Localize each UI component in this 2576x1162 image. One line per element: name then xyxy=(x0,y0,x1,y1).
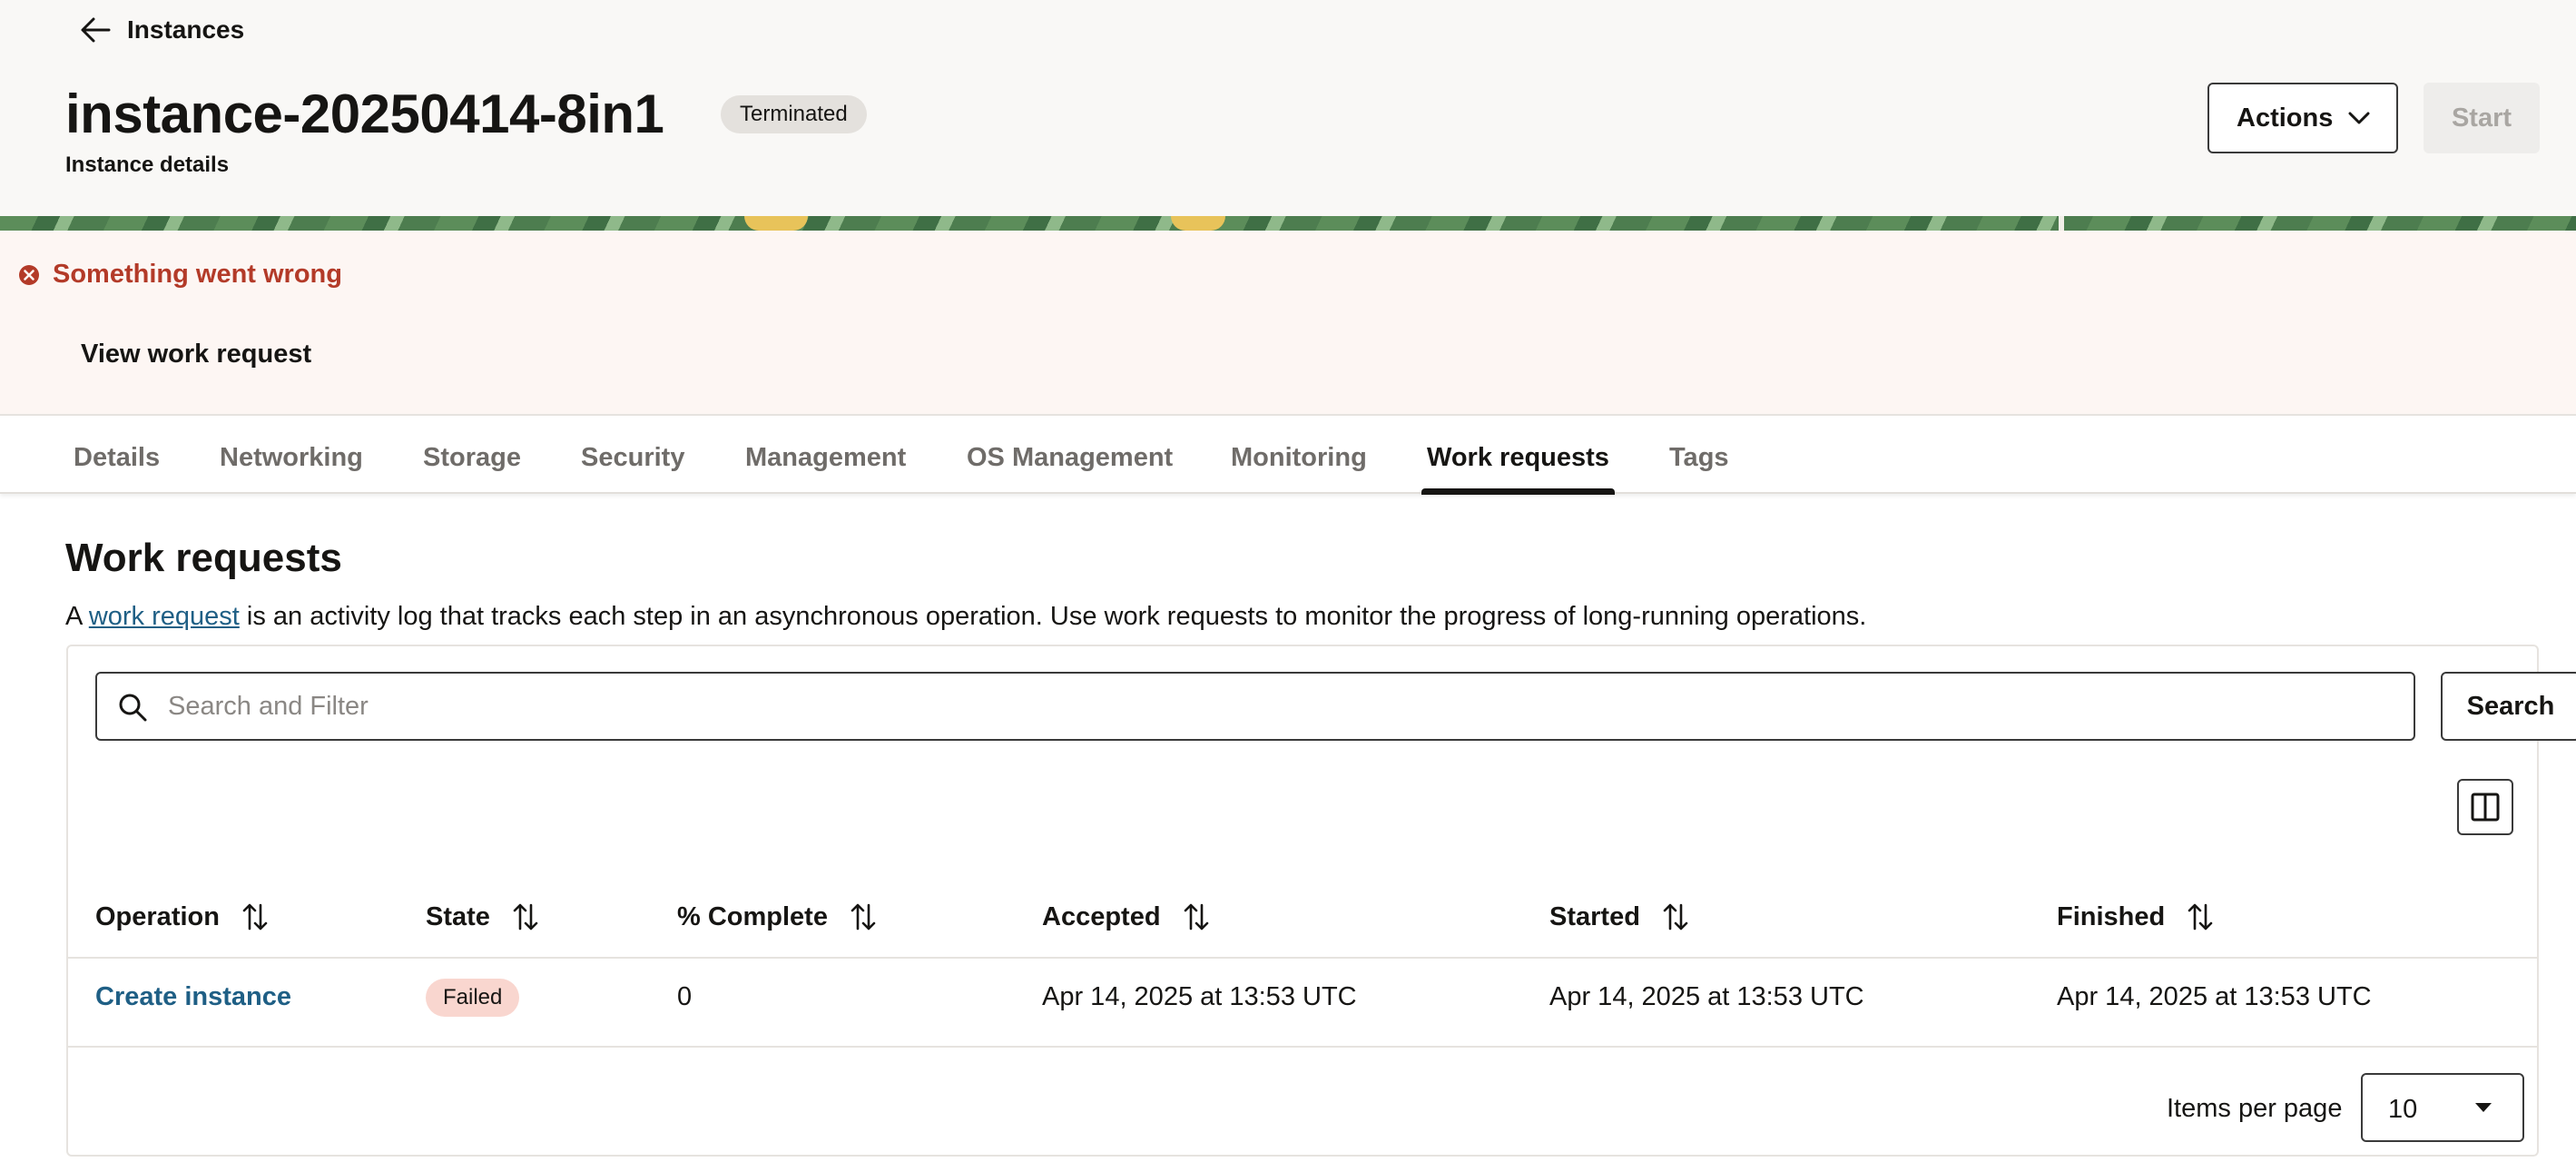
chevron-down-icon xyxy=(2348,112,2370,124)
search-box xyxy=(95,672,2415,741)
column-header-operation: Operation xyxy=(95,899,269,935)
tab-security[interactable]: Security xyxy=(581,416,684,494)
sort-icon[interactable] xyxy=(2187,902,2214,931)
search-icon xyxy=(119,694,147,722)
tab-tags[interactable]: Tags xyxy=(1669,416,1729,494)
sort-icon[interactable] xyxy=(850,902,877,931)
error-banner: Something went wrong View work request xyxy=(0,231,2576,416)
tab-management[interactable]: Management xyxy=(745,416,906,494)
view-work-request-link[interactable]: View work request xyxy=(81,340,311,369)
sort-icon[interactable] xyxy=(241,902,269,931)
tab-os-management[interactable]: OS Management xyxy=(967,416,1173,494)
operation-link[interactable]: Create instance xyxy=(95,979,291,1015)
finished-cell: Apr 14, 2025 at 13:53 UTC xyxy=(2057,982,2372,1011)
state-badge: Failed xyxy=(426,979,520,1017)
desc-prefix: A xyxy=(65,602,89,631)
column-label: % Complete xyxy=(677,901,828,931)
work-requests-panel: Search Operation State % Complete Accept… xyxy=(66,645,2576,1157)
actions-menu-button[interactable]: Actions xyxy=(2207,83,2398,153)
table-header-divider xyxy=(68,957,2537,959)
column-settings-button[interactable] xyxy=(2457,779,2513,835)
column-header-state: State xyxy=(426,899,539,935)
column-header-percent-complete: % Complete xyxy=(677,899,877,935)
column-label: State xyxy=(426,901,490,931)
sort-icon[interactable] xyxy=(1662,902,1689,931)
items-per-page-value: 10 xyxy=(2388,1095,2418,1124)
column-header-accepted: Accepted xyxy=(1042,899,1210,935)
back-link-label: Instances xyxy=(127,15,245,44)
actions-label: Actions xyxy=(2237,103,2334,133)
column-label: Finished xyxy=(2057,901,2166,931)
tab-details[interactable]: Details xyxy=(74,416,160,494)
page-title: instance-20250414-8in1 xyxy=(65,84,664,144)
tab-bar: Details Networking Storage Security Mana… xyxy=(0,416,2576,495)
tab-networking[interactable]: Networking xyxy=(220,416,363,494)
start-button[interactable]: Start xyxy=(2424,83,2540,153)
table-row-divider xyxy=(68,1046,2537,1048)
section-title: Work requests xyxy=(65,536,342,580)
search-button[interactable]: Search xyxy=(2441,672,2576,741)
page-header: Instances instance-20250414-8in1 Termina… xyxy=(0,0,2576,216)
back-to-instances-link[interactable]: Instances xyxy=(80,13,244,47)
column-label: Started xyxy=(1549,901,1640,931)
status-badge: Terminated xyxy=(721,95,867,133)
tab-monitoring[interactable]: Monitoring xyxy=(1231,416,1367,494)
desc-suffix: is an activity log that tracks each step… xyxy=(239,602,1867,631)
work-request-doc-link[interactable]: work request xyxy=(89,602,240,631)
column-label: Accepted xyxy=(1042,901,1161,931)
tab-storage[interactable]: Storage xyxy=(423,416,521,494)
items-per-page-select[interactable]: 10 xyxy=(2361,1073,2524,1142)
error-heading: Something went wrong xyxy=(18,260,342,290)
section-description: A work request is an activity log that t… xyxy=(65,600,1866,633)
started-cell: Apr 14, 2025 at 13:53 UTC xyxy=(1549,982,1864,1011)
accepted-cell: Apr 14, 2025 at 13:53 UTC xyxy=(1042,982,1357,1011)
caret-down-icon xyxy=(2475,1103,2492,1112)
error-icon xyxy=(19,264,39,285)
items-per-page-label: Items per page xyxy=(2167,1094,2343,1123)
decorative-banner-strip xyxy=(0,216,2576,231)
arrow-left-icon xyxy=(81,17,111,43)
sort-icon[interactable] xyxy=(1183,902,1210,931)
error-title: Something went wrong xyxy=(53,260,342,289)
sort-icon[interactable] xyxy=(512,902,539,931)
column-label: Operation xyxy=(95,901,220,931)
tab-work-requests[interactable]: Work requests xyxy=(1421,416,1615,495)
search-input[interactable] xyxy=(168,686,2392,726)
percent-complete-cell: 0 xyxy=(677,982,693,1011)
page-subtitle: Instance details xyxy=(65,153,230,177)
column-header-finished: Finished xyxy=(2057,899,2214,935)
columns-icon xyxy=(2471,793,2500,822)
column-header-started: Started xyxy=(1549,899,1689,935)
